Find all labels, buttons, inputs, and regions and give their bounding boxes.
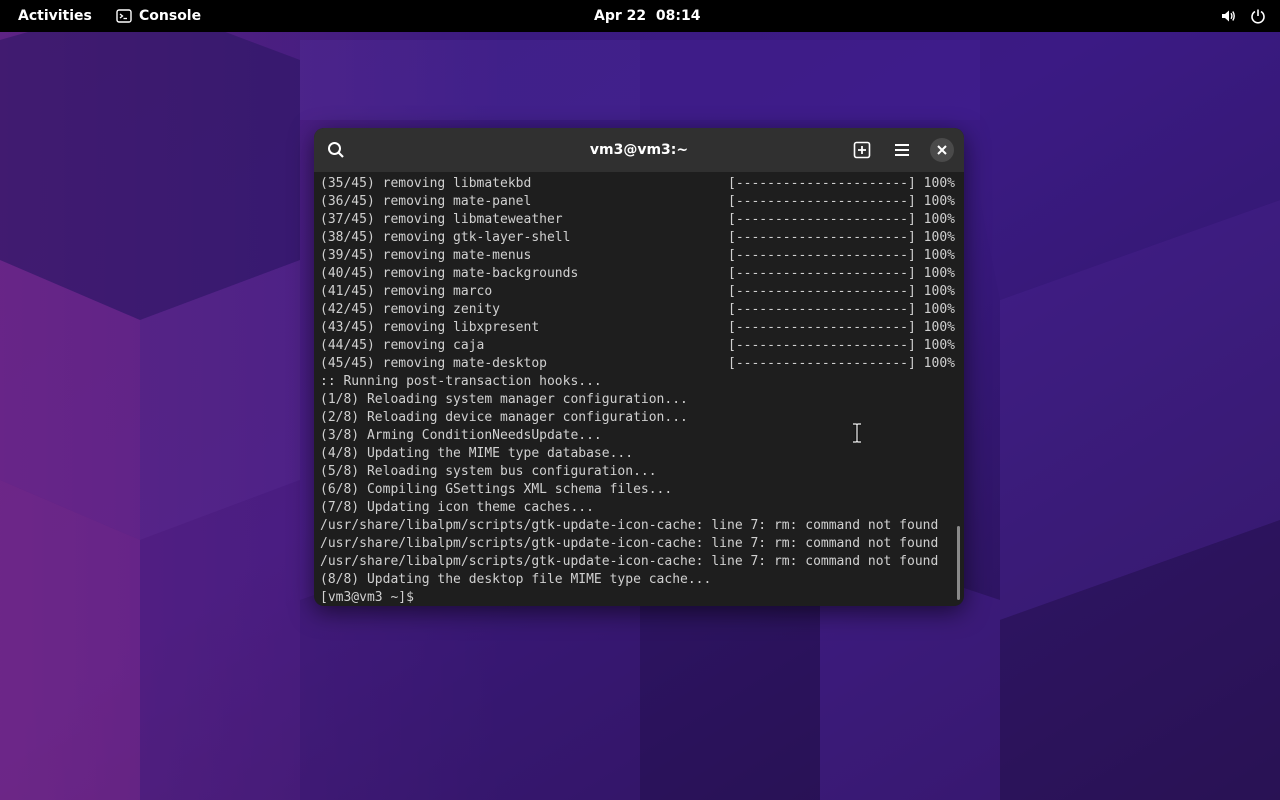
terminal-line: (40/45) removing mate-backgrounds [------…	[320, 265, 960, 283]
terminal-scrollbar[interactable]	[957, 526, 960, 600]
volume-icon[interactable]	[1220, 8, 1236, 24]
terminal-line: (35/45) removing libmatekbd [------------…	[320, 175, 960, 193]
progress-bar-text: [----------------------] 100%	[728, 230, 955, 245]
terminal-line: /usr/share/libalpm/scripts/gtk-update-ic…	[320, 554, 939, 569]
terminal-text: (36/45) removing mate-panel	[320, 194, 532, 209]
terminal-text: (37/45) removing libmateweather	[320, 212, 563, 227]
progress-bar-text: [----------------------] 100%	[728, 284, 955, 299]
terminal-window: vm3@vm3:~ (35/45) removing libmatekbd [-…	[314, 128, 964, 606]
close-button[interactable]	[930, 138, 954, 162]
terminal-line: (1/8) Reloading system manager configura…	[320, 392, 688, 407]
close-icon	[937, 145, 947, 155]
search-icon	[328, 142, 344, 158]
power-icon[interactable]	[1250, 8, 1266, 24]
terminal-line: /usr/share/libalpm/scripts/gtk-update-ic…	[320, 518, 939, 533]
terminal-line: (38/45) removing gtk-layer-shell [-------…	[320, 229, 960, 247]
main-menu-button[interactable]	[888, 136, 916, 164]
terminal-text: (39/45) removing mate-menus	[320, 248, 532, 263]
progress-bar-text: [----------------------] 100%	[728, 302, 955, 317]
progress-bar-text: [----------------------] 100%	[728, 176, 955, 191]
progress-bar-text: [----------------------] 100%	[728, 266, 955, 281]
terminal-line: (5/8) Reloading system bus configuration…	[320, 464, 657, 479]
terminal-text: (38/45) removing gtk-layer-shell	[320, 230, 571, 245]
menu-icon	[895, 144, 909, 156]
top-bar: Activities Console Apr 22 08:14	[0, 0, 1280, 32]
terminal-line: (42/45) removing zenity [----------------…	[320, 301, 960, 319]
terminal-text: (40/45) removing mate-backgrounds	[320, 266, 579, 281]
text-cursor-icon	[853, 423, 861, 443]
progress-bar-text: [----------------------] 100%	[728, 356, 955, 371]
shell-prompt: [vm3@vm3 ~]$	[320, 590, 414, 605]
terminal-text: (41/45) removing marco	[320, 284, 493, 299]
terminal-text: (35/45) removing libmatekbd	[320, 176, 532, 191]
app-menu-button[interactable]: Console	[116, 0, 201, 32]
progress-bar-text: [----------------------] 100%	[728, 338, 955, 353]
terminal-line: (3/8) Arming ConditionNeedsUpdate...	[320, 428, 602, 443]
progress-bar-text: [----------------------] 100%	[728, 248, 955, 263]
terminal-text: (45/45) removing mate-desktop	[320, 356, 547, 371]
system-tray[interactable]	[1220, 0, 1266, 32]
activities-button[interactable]: Activities	[18, 0, 92, 32]
progress-bar-text: [----------------------] 100%	[728, 212, 955, 227]
terminal-line: (2/8) Reloading device manager configura…	[320, 410, 688, 425]
terminal-line: (41/45) removing marco [-----------------…	[320, 283, 960, 301]
progress-bar-text: [----------------------] 100%	[728, 320, 955, 335]
search-button[interactable]	[322, 136, 350, 164]
terminal-text: (42/45) removing zenity	[320, 302, 501, 317]
app-name: Console	[139, 8, 202, 24]
terminal-icon	[116, 9, 132, 23]
terminal-line: (4/8) Updating the MIME type database...	[320, 446, 634, 461]
terminal-line: (43/45) removing libxpresent [-----------…	[320, 319, 960, 337]
header-bar: vm3@vm3:~	[314, 128, 964, 172]
terminal-line: (36/45) removing mate-panel [------------…	[320, 193, 960, 211]
terminal-line: (37/45) removing libmateweather [--------…	[320, 211, 960, 229]
terminal-line: /usr/share/libalpm/scripts/gtk-update-ic…	[320, 536, 939, 551]
new-tab-icon	[853, 141, 871, 159]
terminal-line: :: Running post-transaction hooks...	[320, 374, 602, 389]
new-tab-button[interactable]	[848, 136, 876, 164]
terminal-line: (44/45) removing caja [------------------…	[320, 337, 960, 355]
clock[interactable]: Apr 22 08:14	[594, 0, 700, 32]
terminal-output[interactable]: (35/45) removing libmatekbd [------------…	[320, 175, 960, 605]
terminal-line: (8/8) Updating the desktop file MIME typ…	[320, 572, 712, 587]
terminal-text: (43/45) removing libxpresent	[320, 320, 540, 335]
terminal-line: (45/45) removing mate-desktop [----------…	[320, 355, 960, 373]
terminal-line: (6/8) Compiling GSettings XML schema fil…	[320, 482, 673, 497]
terminal-line: (7/8) Updating icon theme caches...	[320, 500, 594, 515]
progress-bar-text: [----------------------] 100%	[728, 194, 955, 209]
terminal-text: (44/45) removing caja	[320, 338, 485, 353]
terminal-line: (39/45) removing mate-menus [------------…	[320, 247, 960, 265]
